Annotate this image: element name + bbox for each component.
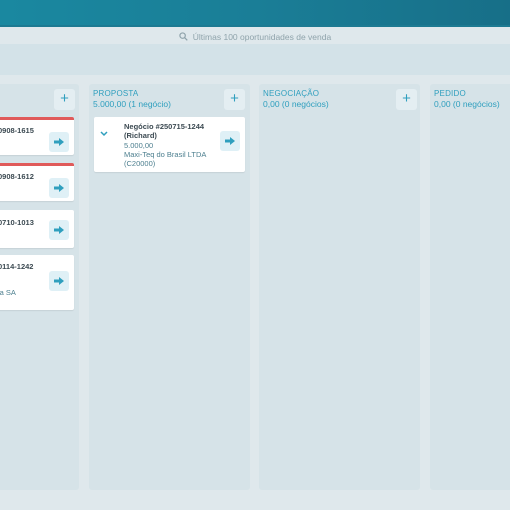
column-negociacao: NEGOCIAÇÃO 0,00 (0 negócios) +: [259, 84, 420, 490]
plus-icon: +: [402, 90, 411, 107]
deal-card-title: Negócio #250715-1244: [124, 122, 205, 131]
plus-icon: +: [60, 90, 69, 107]
plus-icon: +: [230, 90, 239, 107]
column-previous: + 0908-1615 0908-1612 0710-1013 0114-124…: [0, 84, 79, 490]
deal-card[interactable]: Negócio #250715-1244 (Richard) 5.000,00 …: [94, 117, 245, 172]
add-deal-button[interactable]: +: [54, 89, 75, 110]
deal-card-title: 0710-1013: [0, 218, 34, 227]
search-bar[interactable]: Últimas 100 oportunidades de venda: [0, 29, 510, 44]
open-deal-button[interactable]: [49, 271, 69, 291]
search-icon: [179, 32, 188, 41]
add-deal-button[interactable]: +: [396, 89, 417, 110]
toolbar: [0, 44, 510, 75]
search-placeholder: Últimas 100 oportunidades de venda: [192, 31, 332, 42]
open-deal-button[interactable]: [49, 132, 69, 152]
deal-card[interactable]: 0908-1615: [0, 117, 74, 155]
column-proposta: PROPOSTA 5.000,00 (1 negócio) + Negócio …: [89, 84, 250, 490]
column-summary: 0,00 (0 negócios): [434, 99, 500, 109]
column-pedido: PEDIDO 0,00 (0 negócios): [430, 84, 510, 490]
arrow-right-icon: [54, 277, 64, 285]
arrow-right-icon: [225, 137, 235, 145]
chevron-down-icon[interactable]: [100, 131, 108, 137]
open-deal-button[interactable]: [49, 178, 69, 198]
column-title: PROPOSTA: [93, 89, 139, 98]
deal-card-company: Maxi-Teq do Brasil LTDA: [124, 150, 207, 159]
deal-card-title: 0908-1615: [0, 126, 34, 135]
deal-card-code: (C20000): [124, 159, 156, 168]
column-title: NEGOCIAÇÃO: [263, 89, 320, 98]
column-summary: 0,00 (0 negócios): [263, 99, 329, 109]
deal-card-owner: (Richard): [124, 131, 157, 140]
open-deal-button[interactable]: [220, 131, 240, 151]
deal-card[interactable]: 0114-1242 ia SA: [0, 255, 74, 310]
arrow-right-icon: [54, 184, 64, 192]
column-summary: 5.000,00 (1 negócio): [93, 99, 171, 109]
deal-card-company: ia SA: [0, 288, 16, 297]
deal-card-title: 0114-1242: [0, 262, 34, 271]
add-deal-button[interactable]: +: [224, 89, 245, 110]
deal-card[interactable]: 0908-1612: [0, 163, 74, 201]
deal-card-title: 0908-1612: [0, 172, 34, 181]
deal-card-value: 5.000,00: [124, 141, 154, 150]
app-header: [0, 0, 510, 27]
arrow-right-icon: [54, 138, 64, 146]
arrow-right-icon: [54, 226, 64, 234]
open-deal-button[interactable]: [49, 220, 69, 240]
column-title: PEDIDO: [434, 89, 466, 98]
deal-card[interactable]: 0710-1013: [0, 210, 74, 248]
